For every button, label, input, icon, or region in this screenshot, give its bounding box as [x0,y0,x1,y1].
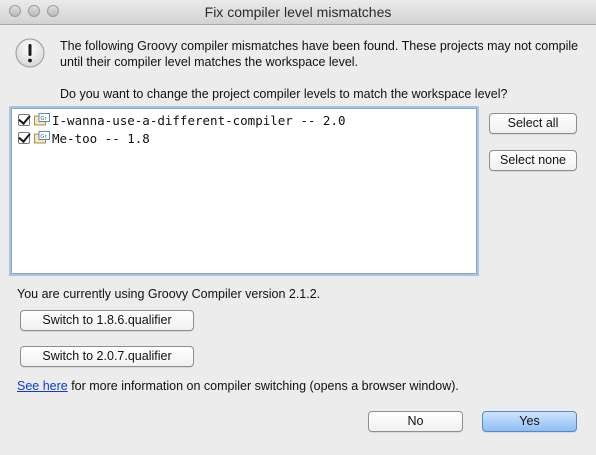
project-label: I-wanna-use-a-different-compiler -- 2.0 [52,112,346,128]
dialog-window: Fix compiler level mismatches The follow… [0,0,596,455]
project-label: Me-too -- 1.8 [52,130,150,146]
svg-text:Gr: Gr [40,116,47,122]
list-item[interactable]: Gr I-wanna-use-a-different-compiler -- 2… [18,111,346,129]
warning-icon [15,38,45,68]
title-bar: Fix compiler level mismatches [0,0,596,25]
no-button[interactable]: No [368,411,463,432]
checkbox-checked[interactable] [18,114,30,126]
info-text: for more information on compiler switchi… [67,379,459,393]
groovy-project-icon: Gr [34,131,50,144]
compiler-status-text: You are currently using Groovy Compiler … [17,287,321,301]
list-item[interactable]: Gr Me-too -- 1.8 [18,129,150,147]
window-title: Fix compiler level mismatches [204,4,392,20]
select-none-button[interactable]: Select none [489,150,577,171]
svg-text:Gr: Gr [40,134,47,140]
see-here-link[interactable]: See here [17,379,68,393]
mismatch-message: The following Groovy compiler mismatches… [60,39,579,69]
groovy-project-icon: Gr [34,113,50,126]
yes-button[interactable]: Yes [482,411,577,432]
project-list[interactable]: Gr I-wanna-use-a-different-compiler -- 2… [11,108,477,274]
compiler-switching-info: See here for more information on compile… [17,379,459,393]
switch-to-207-button[interactable]: Switch to 2.0.7.qualifier [20,346,194,367]
checkbox-checked[interactable] [18,132,30,144]
change-question: Do you want to change the project compil… [60,87,508,101]
switch-to-186-button[interactable]: Switch to 1.8.6.qualifier [20,310,194,331]
select-all-button[interactable]: Select all [489,113,577,134]
